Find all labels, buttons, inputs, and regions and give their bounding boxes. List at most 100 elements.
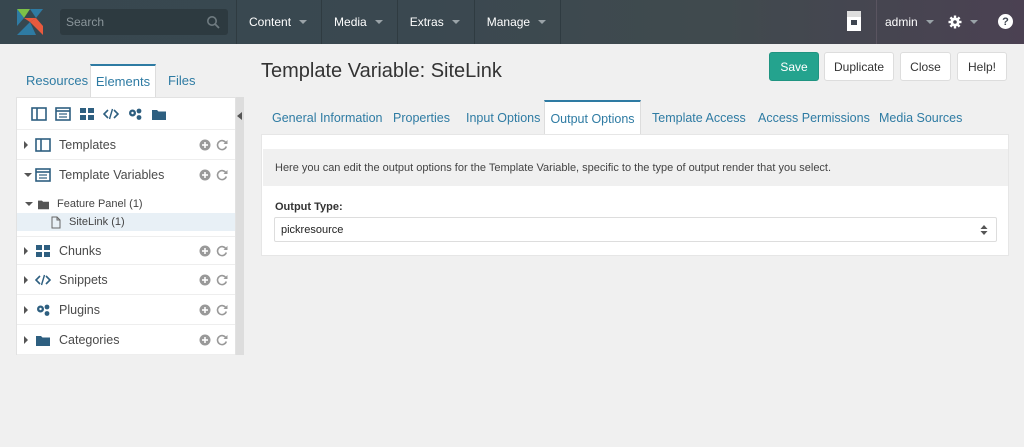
plugin-icon — [37, 304, 50, 316]
tab-media-sources[interactable]: Media Sources — [879, 100, 962, 135]
save-button[interactable]: Save — [769, 52, 819, 81]
chunk-icon — [36, 244, 50, 257]
tree-label: Chunks — [59, 243, 102, 258]
tree-node-feature-panel[interactable]: Feature Panel (1) — [17, 195, 235, 213]
add-icon[interactable] — [199, 245, 211, 257]
top-bar: Content Media Extras Manage admin ? — [0, 0, 1024, 44]
code-icon — [35, 274, 51, 286]
nav-extras[interactable]: Extras — [396, 0, 474, 44]
element-tree: Templates Template Variables Feature Pan… — [16, 97, 236, 355]
chevron-right-icon[interactable] — [24, 246, 28, 255]
editor-tabs: General Information Properties Input Opt… — [261, 100, 1009, 135]
nav-extras-label: Extras — [409, 15, 444, 29]
tree-toolbar — [17, 98, 235, 130]
tree-label: Templates — [59, 138, 116, 152]
folder-icon — [36, 336, 50, 346]
node-actions — [199, 245, 228, 257]
tree-node-chunks[interactable]: Chunks — [17, 236, 235, 265]
add-icon[interactable] — [199, 274, 211, 286]
node-actions — [199, 169, 228, 181]
node-actions — [199, 274, 228, 286]
user-menu[interactable]: admin — [876, 0, 934, 44]
new-tv-icon[interactable] — [55, 106, 71, 121]
refresh-icon[interactable] — [216, 304, 228, 316]
select-arrows-icon — [980, 225, 988, 235]
tree-node-templates[interactable]: Templates — [17, 131, 235, 160]
new-chunk-icon[interactable] — [79, 107, 95, 121]
tree-label: Template Variables — [59, 168, 165, 182]
settings-menu[interactable] — [948, 13, 978, 31]
add-icon[interactable] — [199, 169, 211, 181]
tab-output-options[interactable]: Output Options — [544, 100, 641, 135]
tree-label: Categories — [59, 333, 120, 347]
chevron-down-icon — [451, 20, 460, 24]
duplicate-button[interactable]: Duplicate — [824, 52, 894, 81]
modx-logo[interactable] — [14, 6, 46, 38]
search-input[interactable] — [60, 9, 228, 35]
nav-content-label: Content — [249, 15, 292, 29]
output-type-select[interactable]: pickresource — [274, 217, 997, 242]
refresh-icon[interactable] — [216, 169, 228, 181]
tab-properties[interactable]: Properties — [393, 100, 450, 135]
chevron-right-icon[interactable] — [24, 336, 28, 344]
output-options-panel: Here you can edit the output options for… — [261, 134, 1009, 256]
chevron-right-icon[interactable] — [24, 141, 28, 149]
refresh-icon[interactable] — [216, 245, 228, 257]
refresh-icon[interactable] — [216, 334, 228, 346]
tree-node-sitelink[interactable]: SiteLink (1) — [17, 213, 235, 231]
tree-label: Feature Panel (1) — [57, 198, 143, 210]
tree-label: SiteLink (1) — [69, 216, 125, 228]
search-icon[interactable] — [206, 15, 220, 29]
new-snippet-icon[interactable] — [103, 107, 119, 121]
chevron-down-icon[interactable] — [24, 173, 32, 177]
tree-node-snippets[interactable]: Snippets — [17, 266, 235, 295]
tree-node-template-variables[interactable]: Template Variables — [17, 161, 235, 189]
add-icon[interactable] — [199, 304, 211, 316]
chevron-right-icon[interactable] — [24, 276, 28, 284]
tab-access-permissions[interactable]: Access Permissions — [758, 100, 870, 135]
refresh-icon[interactable] — [216, 139, 228, 151]
panel-description: Here you can edit the output options for… — [263, 149, 1008, 186]
new-category-icon[interactable] — [151, 107, 167, 121]
folder-icon — [38, 200, 49, 209]
output-type-value: pickresource — [281, 223, 344, 236]
help-icon[interactable]: ? — [998, 14, 1013, 29]
panel-collapse-handle[interactable] — [236, 97, 244, 355]
tab-files[interactable]: Files — [168, 64, 195, 97]
close-button[interactable]: Close — [900, 52, 951, 81]
help-button[interactable]: Help! — [957, 52, 1007, 81]
tab-general-information[interactable]: General Information — [272, 100, 382, 135]
template-icon — [35, 138, 51, 152]
nav-content[interactable]: Content — [236, 0, 321, 44]
chevron-down-icon — [299, 20, 308, 24]
chevron-left-icon — [237, 112, 242, 120]
tab-template-access[interactable]: Template Access — [652, 100, 746, 135]
chevron-down-icon — [925, 20, 934, 24]
chevron-down-icon — [374, 20, 383, 24]
new-template-icon[interactable] — [31, 106, 47, 121]
node-actions — [199, 334, 228, 346]
gear-icon — [948, 15, 962, 29]
chevron-right-icon[interactable] — [24, 306, 28, 314]
tree-node-categories[interactable]: Categories — [17, 326, 235, 355]
nav-manage-label: Manage — [486, 15, 531, 29]
chevron-down-icon — [538, 20, 547, 24]
tree-node-plugins[interactable]: Plugins — [17, 296, 235, 325]
nav-manage[interactable]: Manage — [473, 0, 562, 44]
node-actions — [199, 304, 228, 316]
nav-media-label: Media — [334, 15, 367, 29]
chevron-down-icon[interactable] — [25, 202, 33, 206]
tab-elements[interactable]: Elements — [90, 64, 156, 97]
refresh-icon[interactable] — [216, 274, 228, 286]
node-actions — [199, 139, 228, 151]
avatar[interactable] — [844, 9, 864, 33]
nav-media[interactable]: Media — [321, 0, 397, 44]
search-box[interactable] — [60, 9, 228, 35]
add-icon[interactable] — [199, 334, 211, 346]
tab-resources[interactable]: Resources — [26, 64, 88, 97]
add-icon[interactable] — [199, 139, 211, 151]
tv-icon — [35, 168, 51, 182]
main-nav: Content Media Extras Manage — [236, 0, 562, 44]
tab-input-options[interactable]: Input Options — [466, 100, 540, 135]
new-plugin-icon[interactable] — [127, 107, 143, 121]
